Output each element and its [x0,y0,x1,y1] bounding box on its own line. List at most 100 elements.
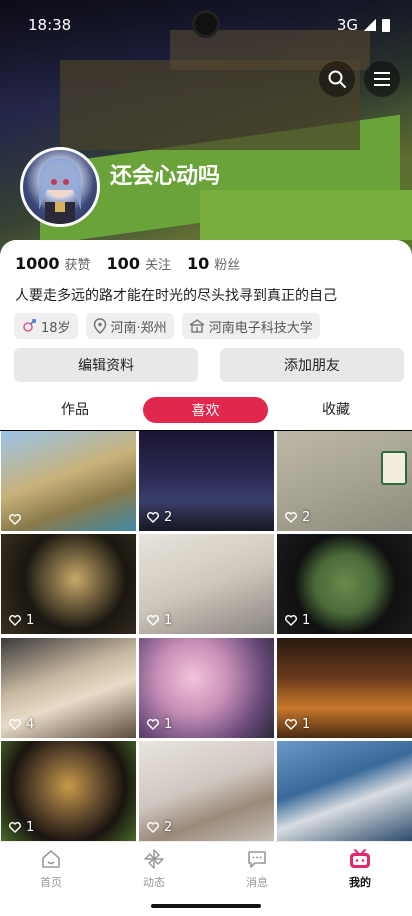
like-count: 1 [285,717,310,732]
age-chip: 18岁 [14,313,78,339]
nav-mine[interactable]: 我的 [330,848,390,890]
school-icon [189,319,205,333]
like-count-text: 1 [26,819,35,835]
like-count: 1 [147,613,172,628]
tab-favorites[interactable]: 收藏 [322,399,350,419]
search-button[interactable] [319,61,355,97]
heart-icon [147,615,159,627]
nav-dynamic[interactable]: 动态 [124,848,184,890]
like-count-text: 2 [302,510,311,525]
like-count-text: 1 [164,716,173,732]
profile-chips: 18岁 河南·郑州 河南电子科技大学 [14,313,320,339]
video-thumbnail[interactable] [1,431,136,531]
heart-icon [9,718,21,730]
like-count-text: 1 [26,613,35,629]
gesture-home-bar[interactable] [151,904,261,908]
heart-icon [285,718,297,730]
like-count: 1 [9,820,34,835]
profile-card: 1000 获赞 100 关注 10 粉丝 人要走多远的路才能在时光的尽头找寻到真正的自… [0,240,412,430]
like-count: 1 [147,717,172,732]
action-buttons: 编辑资料 添加朋友 [14,348,404,382]
like-count-text: 1 [164,613,173,629]
video-thumbnail[interactable]: 1 [277,534,412,635]
video-thumbnail[interactable]: 1 [1,740,136,841]
content-tabs: 作品 喜欢 收藏 [0,395,412,425]
location-chip: 河南·郑州 [85,313,174,339]
edit-profile-button[interactable]: 编辑资料 [14,348,198,382]
video-thumbnail[interactable]: 1 [277,637,412,738]
video-thumbnail[interactable]: 2 [139,431,274,531]
video-thumbnail[interactable]: 1 [139,637,274,738]
stat-likes-label: 获赞 [64,258,91,273]
status-bar: 18:38 3G [0,0,412,48]
tab-works[interactable]: 作品 [61,399,89,419]
pinwheel-icon [144,849,164,869]
stats-row: 1000 获赞 100 关注 10 粉丝 [15,254,240,273]
like-count: 2 [147,510,172,525]
tab-likes[interactable]: 喜欢 [143,397,268,423]
username: 还会心动吗 [110,164,221,189]
video-thumbnail[interactable]: 2 [277,431,412,531]
nav-messages-label: 消息 [246,876,268,889]
liked-video-grid: 2 2 1 1 1 4 1 1 1 2 [0,431,412,841]
stat-likes-count: 1000 [15,254,60,273]
video-thumbnail[interactable] [277,740,412,841]
age-text: 18岁 [41,320,71,336]
menu-button[interactable] [364,61,400,97]
search-icon [328,70,346,88]
network-type: 3G [336,16,358,34]
signal-icon [364,19,376,31]
nav-messages[interactable]: 消息 [227,848,287,890]
add-friend-button[interactable]: 添加朋友 [220,348,404,382]
like-count: 4 [9,717,34,732]
home-icon [42,850,60,868]
stat-likes[interactable]: 1000 获赞 [15,254,91,273]
nav-mine-label: 我的 [349,876,371,889]
heart-icon [9,615,21,627]
user-bio: 人要走多远的路才能在时光的尽头找寻到真正的自己 [15,288,337,304]
video-thumbnail[interactable]: 4 [1,637,136,738]
like-count-text: 2 [164,510,173,525]
heart-icon [147,718,159,730]
like-count: 2 [285,510,310,525]
like-count: 1 [285,613,310,628]
stat-followers[interactable]: 10 粉丝 [187,254,240,273]
location-pin-icon [93,318,106,334]
log-badge-icon [381,451,407,485]
stat-followers-count: 10 [186,254,210,273]
like-count-text: 1 [302,716,311,732]
battery-icon [382,18,390,32]
video-thumbnail[interactable]: 1 [139,534,274,635]
stat-following[interactable]: 100 关注 [107,254,171,273]
bottom-navigation: 首页 动态 消息 我的 [0,841,412,916]
tv-mascot-icon [350,849,370,868]
stat-following-count: 100 [106,254,140,273]
heart-icon [147,512,159,523]
video-thumbnail[interactable]: 1 [1,534,136,635]
like-count-text: 1 [302,613,311,629]
heart-icon [9,514,21,525]
message-icon [248,851,266,868]
nav-home-label: 首页 [40,876,62,889]
like-count-text: 2 [164,819,173,835]
menu-icon [374,72,390,86]
stat-followers-label: 粉丝 [214,258,241,273]
heart-icon [285,512,297,523]
like-count: 2 [147,820,172,835]
front-camera [192,10,220,38]
heart-icon [285,615,297,627]
status-time: 18:38 [28,16,72,34]
gender-icon [23,319,36,332]
avatar[interactable] [20,147,100,227]
like-count [9,514,26,525]
video-thumbnail[interactable]: 2 [139,740,274,841]
school-text: 河南电子科技大学 [208,320,313,336]
heart-icon [147,821,159,833]
location-text: 河南·郑州 [110,320,167,336]
school-chip: 河南电子科技大学 [181,313,320,339]
stat-following-label: 关注 [144,258,171,273]
nav-home[interactable]: 首页 [21,848,81,890]
heart-icon [9,821,21,833]
avatar-illustration [39,158,81,224]
nav-dynamic-label: 动态 [143,876,165,889]
